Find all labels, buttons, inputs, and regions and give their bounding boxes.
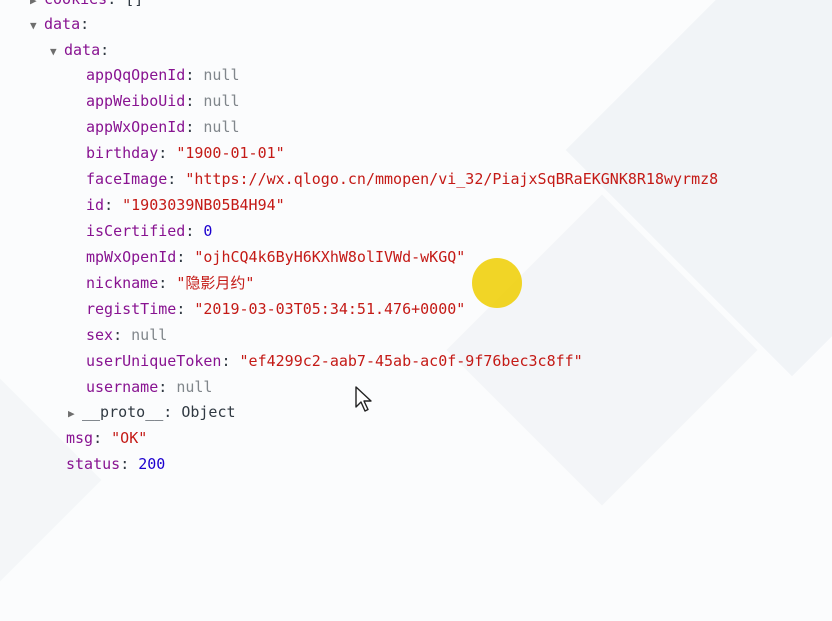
property-key: username: [86, 378, 159, 396]
tree-row-status[interactable]: status: 200: [66, 451, 165, 477]
property-value: "OK": [111, 429, 148, 447]
tree-row-mpWxOpenId[interactable]: mpWxOpenId: "ojhCQ4k6ByH6KXhW8olIVWd-wKG…: [86, 244, 465, 270]
tree-row-isCertified[interactable]: isCertified: 0: [86, 218, 212, 244]
property-key: data: [64, 41, 101, 59]
property-value: 0: [203, 222, 213, 240]
tree-row-msg[interactable]: msg: "OK": [66, 425, 147, 451]
property-value: "2019-03-03T05:34:51.476+0000": [194, 300, 466, 318]
mouse-pointer-icon: [355, 386, 372, 412]
tree-row-userUniqueToken[interactable]: userUniqueToken: "ef4299c2-aab7-45ab-ac0…: [86, 348, 583, 374]
tree-row-appWeiboUid[interactable]: appWeiboUid: null: [86, 88, 240, 114]
property-key: __proto__: [82, 403, 164, 421]
property-value: null: [203, 118, 240, 136]
property-value: Object: [181, 403, 236, 421]
property-value: 200: [138, 455, 166, 473]
property-value: "1903039NB05B4H94": [122, 196, 285, 214]
property-value: null: [131, 326, 168, 344]
tree-row-faceImage[interactable]: faceImage: "https://wx.qlogo.cn/mmopen/v…: [86, 166, 718, 192]
property-key: faceImage: [86, 170, 168, 188]
property-key: userUniqueToken: [86, 352, 222, 370]
tree-row-appWxOpenId[interactable]: appWxOpenId: null: [86, 114, 240, 140]
property-value: []: [125, 0, 143, 8]
property-key: birthday: [86, 144, 159, 162]
tree-row-id[interactable]: id: "1903039NB05B4H94": [86, 192, 285, 218]
property-value: null: [176, 378, 213, 396]
property-value: null: [203, 66, 240, 84]
click-highlight-indicator: [472, 258, 522, 308]
tree-row-proto[interactable]: ▶ __proto__: Object: [68, 399, 236, 425]
property-key: status: [66, 455, 121, 473]
property-value: "1900-01-01": [176, 144, 285, 162]
triangle-down-icon[interactable]: ▼: [30, 13, 44, 39]
property-key: msg: [66, 429, 94, 447]
tree-row-sex[interactable]: sex: null: [86, 322, 167, 348]
tree-row-registTime[interactable]: registTime: "2019-03-03T05:34:51.476+000…: [86, 296, 465, 322]
tree-row-data-inner[interactable]: ▼ data:: [50, 37, 109, 63]
property-key: registTime: [86, 300, 177, 318]
property-key: appWeiboUid: [86, 92, 186, 110]
tree-row-data-outer[interactable]: ▼ data:: [30, 11, 89, 37]
property-key: cookies: [44, 0, 107, 8]
property-key: id: [86, 196, 105, 214]
property-value: "ef4299c2-aab7-45ab-ac0f-9f76bec3c8ff": [239, 352, 583, 370]
property-key: sex: [86, 326, 114, 344]
property-key: data: [44, 15, 81, 33]
property-value: "ojhCQ4k6ByH6KXhW8olIVWd-wKGQ": [194, 248, 466, 266]
property-key: appQqOpenId: [86, 66, 186, 84]
property-key: mpWxOpenId: [86, 248, 177, 266]
property-value: "https://wx.qlogo.cn/mmopen/vi_32/PiajxS…: [185, 170, 719, 188]
property-key: appWxOpenId: [86, 118, 186, 136]
triangle-down-icon[interactable]: ▼: [50, 39, 64, 65]
property-value: null: [203, 92, 240, 110]
property-key: nickname: [86, 274, 159, 292]
tree-row-birthday[interactable]: birthday: "1900-01-01": [86, 140, 285, 166]
property-value: "隐影月约": [176, 274, 255, 292]
tree-row-nickname[interactable]: nickname: "隐影月约": [86, 270, 254, 296]
tree-row-username[interactable]: username: null: [86, 374, 212, 400]
triangle-right-icon[interactable]: ▶: [68, 401, 82, 427]
property-key: isCertified: [86, 222, 186, 240]
tree-row-appQqOpenId[interactable]: appQqOpenId: null: [86, 62, 240, 88]
